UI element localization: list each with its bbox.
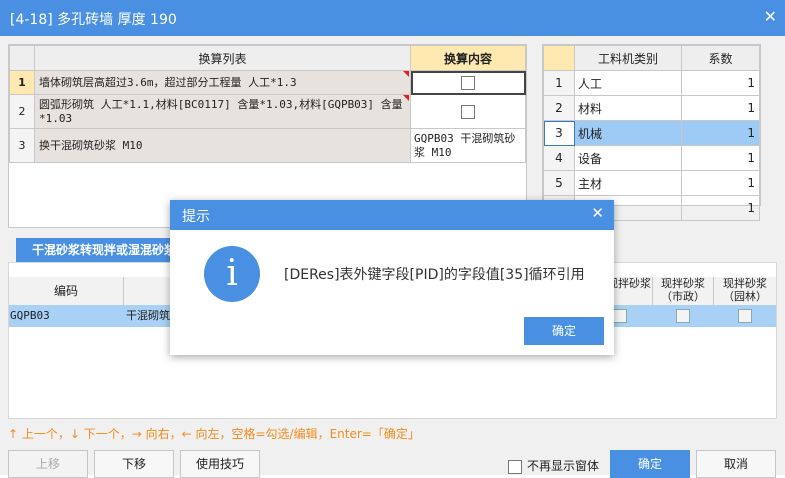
row-number: 1: [9, 70, 35, 95]
usage-tips-button[interactable]: 使用技巧: [180, 450, 260, 478]
alert-message: [DERes]表外键字段[PID]的字段值[35]循环引用: [284, 267, 585, 283]
category-cell: 设备: [574, 145, 682, 171]
comment-marker-icon: [403, 71, 409, 77]
checkbox[interactable]: [461, 104, 475, 119]
row-number: 3: [543, 120, 575, 146]
conversion-text-label: 圆弧形砌筑 人工*1.1,材料[BC0117] 含量*1.03,材料[GQPB0…: [39, 97, 403, 125]
no-more-show-option[interactable]: 不再显示窗体: [508, 457, 599, 474]
row-number-header: [9, 45, 35, 71]
no-more-show-label: 不再显示窗体: [527, 459, 600, 473]
row-number: 2: [543, 95, 575, 121]
alert-titlebar: 提示 ✕: [170, 200, 614, 230]
site-mix-garden-header: 现拌砂浆（园林）: [713, 277, 776, 305]
row-number: 3: [9, 128, 35, 163]
conversion-checkbox-cell[interactable]: [410, 94, 526, 129]
conversion-text: 圆弧形砌筑 人工*1.1,材料[BC0117] 含量*1.03,材料[GQPB0…: [34, 94, 411, 129]
confirm-button[interactable]: 确定: [610, 450, 690, 478]
factor-cell[interactable]: 1: [681, 70, 760, 96]
factor-cell[interactable]: 1: [681, 170, 760, 196]
checkbox[interactable]: [676, 309, 690, 323]
checkbox[interactable]: [613, 309, 627, 323]
row-number: 5: [543, 170, 575, 196]
table-row[interactable]: 2 材料 1: [543, 95, 760, 121]
category-cell: 人工: [574, 70, 682, 96]
factor-cell[interactable]: 1: [681, 120, 760, 146]
table-row[interactable]: 3 机械 1: [543, 120, 760, 146]
row-number: 4: [543, 145, 575, 171]
window-titlebar: [4-18] 多孔砖墙 厚度 190 ✕: [0, 0, 785, 36]
table-row[interactable]: 3 换干混砌筑砂浆 M10 GQPB03 干混砌筑砂浆 M10: [9, 128, 526, 163]
move-up-button[interactable]: 上移: [8, 450, 88, 478]
comment-marker-icon: [403, 95, 409, 101]
conversion-checkbox-cell[interactable]: [410, 70, 526, 95]
checkbox[interactable]: [461, 75, 475, 90]
factor-header: 系数: [681, 45, 760, 71]
checkbox[interactable]: [738, 309, 752, 323]
row-number: 1: [543, 70, 575, 96]
table-row[interactable]: 4 设备 1: [543, 145, 760, 171]
name-cell: 干混砌筑: [126, 309, 170, 322]
info-icon: i: [204, 246, 260, 302]
keyboard-hint: ↑ 上一个，↓ 下一个，→ 向右，← 向左，空格=勾选/编辑，Enter=「确定…: [8, 427, 420, 441]
code-header: 编码: [9, 277, 124, 305]
conversion-value[interactable]: GQPB03 干混砌筑砂浆 M10: [410, 128, 526, 163]
window-title: [4-18] 多孔砖墙 厚度 190: [10, 12, 177, 28]
alert-dialog: 提示 ✕ i [DERes]表外键字段[PID]的字段值[35]循环引用 确定: [170, 200, 614, 355]
conversion-content-header: 换算内容: [410, 45, 526, 71]
alert-title: 提示: [182, 209, 210, 225]
conversion-list-header: 换算列表: [34, 45, 411, 71]
category-cell: 材料: [574, 95, 682, 121]
table-row[interactable]: 2 圆弧形砌筑 人工*1.1,材料[BC0117] 含量*1.03,材料[GQP…: [9, 94, 526, 129]
cancel-button[interactable]: 取消: [696, 450, 776, 478]
close-icon[interactable]: ✕: [591, 204, 604, 222]
factor-corner-header: [543, 45, 575, 71]
site-mix-municipal-header: 现拌砂浆（市政）: [652, 277, 713, 305]
category-header: 工料机类别: [574, 45, 682, 71]
alert-ok-button[interactable]: 确定: [524, 317, 604, 345]
factor-cell[interactable]: 1: [681, 145, 760, 171]
factor-cell[interactable]: 1: [681, 95, 760, 121]
conversion-text: 换干混砌筑砂浆 M10: [34, 128, 411, 163]
table-row[interactable]: 1 墙体砌筑层高超过3.6m，超过部分工程量 人工*1.3: [9, 70, 526, 95]
conversion-text: 墙体砌筑层高超过3.6m，超过部分工程量 人工*1.3: [34, 70, 411, 95]
factor-table: 工料机类别 系数 1 人工 1 2 材料 1 3 机械 1 4 设备 1 5 主…: [542, 44, 761, 221]
category-cell: 主材: [574, 170, 682, 196]
category-cell: 机械: [574, 120, 682, 146]
conversion-text-label: 墙体砌筑层高超过3.6m，超过部分工程量 人工*1.3: [39, 75, 297, 89]
code-cell: GQPB03: [10, 309, 50, 322]
row-number: 2: [9, 94, 35, 129]
close-icon[interactable]: ✕: [764, 7, 777, 26]
move-down-button[interactable]: 下移: [94, 450, 174, 478]
table-row[interactable]: 5 主材 1: [543, 170, 760, 196]
table-row[interactable]: 1 人工 1: [543, 70, 760, 96]
checkbox[interactable]: [508, 459, 522, 474]
factor-cell[interactable]: 1: [681, 195, 760, 221]
